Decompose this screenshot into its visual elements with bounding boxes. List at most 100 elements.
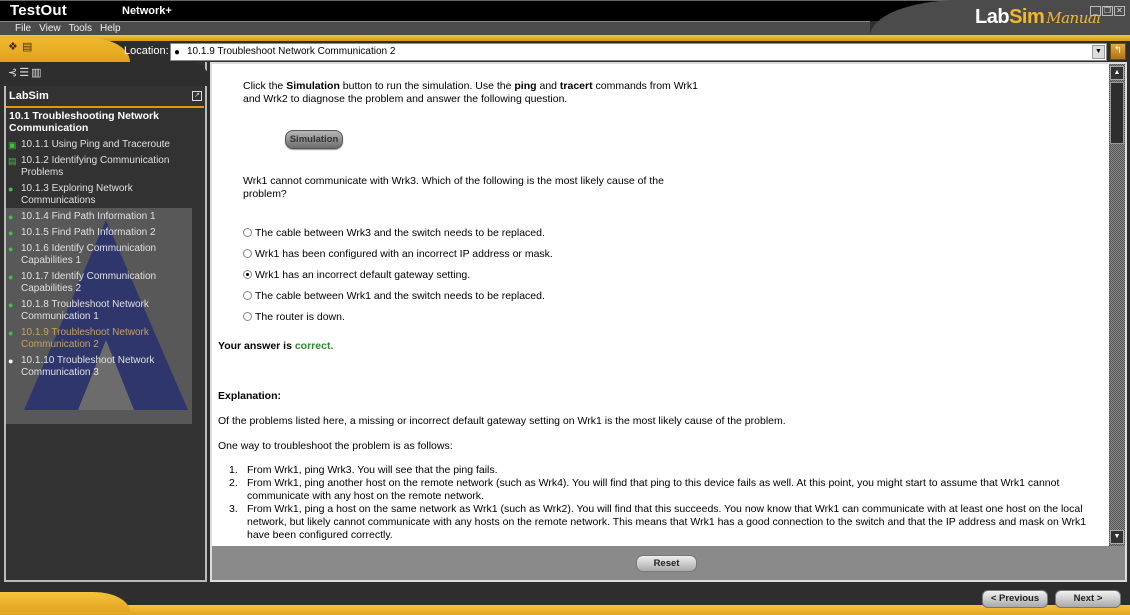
window-controls: _ ❐ ✕ bbox=[1090, 6, 1125, 16]
answer-option[interactable]: The cable between Wrk3 and the switch ne… bbox=[243, 222, 553, 243]
location-label: Location: bbox=[124, 45, 169, 57]
step-text: From Wrk1, ping Wrk3. You will see that … bbox=[247, 464, 498, 476]
scroll-down-icon[interactable]: ▼ bbox=[1110, 530, 1124, 544]
menu-help[interactable]: Help bbox=[100, 22, 121, 35]
step-number: 1. bbox=[229, 464, 238, 476]
sidebar-item-label: 10.1.8 Troubleshoot Network Communicatio… bbox=[21, 299, 149, 322]
sidebar-item[interactable]: ● 10.1.5 Find Path Information 2 bbox=[8, 227, 198, 239]
lab-icon: ● bbox=[8, 244, 14, 254]
lab-icon: ● bbox=[8, 228, 14, 238]
menu-bar: File View Tools Help bbox=[0, 21, 870, 35]
lab-icon: ● bbox=[8, 356, 14, 366]
labsim-logo: LabSim Manual bbox=[975, 6, 1101, 29]
intro-text: Click the Simulation button to run the s… bbox=[243, 80, 699, 105]
step-number: 2. bbox=[229, 477, 238, 489]
print-icon[interactable]: ▤ bbox=[22, 40, 32, 53]
lab-icon: ● bbox=[8, 300, 14, 310]
explanation-steps: 1. From Wrk1, ping Wrk3. You will see tha… bbox=[229, 464, 1104, 542]
sidebar-item[interactable]: ● 10.1.7 Identify Communication Capabilit… bbox=[8, 271, 198, 295]
list-view-icon[interactable]: ☰ bbox=[19, 67, 31, 79]
sidebar-item[interactable]: ● 10.1.4 Find Path Information 1 bbox=[8, 211, 198, 223]
chevron-down-icon[interactable]: ▼ bbox=[1092, 45, 1105, 59]
bottom-gold-strip bbox=[0, 605, 1130, 615]
scroll-thumb[interactable] bbox=[1110, 82, 1124, 144]
explanation-paragraph: One way to troubleshoot the problem is a… bbox=[218, 440, 453, 452]
explanation-step: 3. From Wrk1, ping a host on the same net… bbox=[229, 503, 1104, 542]
restore-icon[interactable]: ❐ bbox=[1102, 6, 1113, 16]
lab-icon: ● bbox=[174, 47, 181, 58]
answer-options: The cable between Wrk3 and the switch ne… bbox=[243, 222, 553, 327]
scroll-up-icon[interactable]: ▲ bbox=[1110, 66, 1124, 80]
sidebar-item[interactable]: ▤ 10.1.2 Identifying Communication Proble… bbox=[8, 155, 198, 179]
radio-unselected[interactable] bbox=[243, 228, 252, 237]
sidebar-item-label: 10.1.2 Identifying Communication Problem… bbox=[21, 155, 170, 178]
sidebar-item-label: 10.1.1 Using Ping and Traceroute bbox=[21, 139, 170, 150]
lab-icon: ● bbox=[8, 328, 14, 338]
result-value: correct. bbox=[294, 340, 334, 352]
document-icon: ▤ bbox=[8, 156, 17, 166]
explanation-paragraph: Of the problems listed here, a missing o… bbox=[218, 415, 786, 427]
location-dropdown[interactable]: ● 10.1.9 Troubleshoot Network Communicat… bbox=[170, 43, 1107, 61]
question-text: Wrk1 cannot communicate with Wrk3. Which… bbox=[243, 175, 664, 200]
bottom-gold-corner bbox=[0, 592, 130, 612]
sidebar-item[interactable]: ● 10.1.10 Troubleshoot Network Communicat… bbox=[8, 355, 198, 379]
close-icon[interactable]: ✕ bbox=[1114, 6, 1125, 16]
book-icon[interactable]: ▥ bbox=[31, 67, 43, 79]
content-scrollbar[interactable]: ▲ ▼ bbox=[1109, 64, 1125, 546]
sidebar-list: ▣ 10.1.1 Using Ping and Traceroute ▤ 10.1.2… bbox=[8, 139, 198, 383]
sidebar-item-label: 10.1.10 Troubleshoot Network Communicati… bbox=[21, 355, 155, 378]
sidebar-item-label: 10.1.5 Find Path Information 2 bbox=[21, 227, 156, 238]
bookmarks-icon[interactable]: ❖ bbox=[8, 40, 18, 53]
logo-lab: Lab bbox=[975, 6, 1010, 28]
step-text: From Wrk1, ping another host on the remo… bbox=[247, 477, 1060, 502]
radio-unselected[interactable] bbox=[243, 249, 252, 258]
sidebar-item-label: 10.1.3 Exploring Network Communications bbox=[21, 183, 133, 206]
answer-option-label: The cable between Wrk1 and the switch ne… bbox=[255, 289, 545, 302]
explanation-heading: Explanation: bbox=[218, 390, 282, 402]
course-name: Network+ bbox=[122, 5, 172, 17]
answer-option-label: The cable between Wrk3 and the switch ne… bbox=[255, 226, 545, 239]
sidebar-view-icons: ⊰☰▥ bbox=[8, 66, 44, 79]
sidebar-item[interactable]: ● 10.1.9 Troubleshoot Network Communicati… bbox=[8, 327, 198, 351]
location-value: 10.1.9 Troubleshoot Network Communicatio… bbox=[187, 46, 396, 57]
go-up-icon[interactable]: ↰ bbox=[1110, 43, 1126, 60]
sidebar-item-label: 10.1.4 Find Path Information 1 bbox=[21, 211, 156, 222]
explanation-step: 2. From Wrk1, ping another host on the re… bbox=[229, 477, 1104, 503]
simulation-button[interactable]: Simulation bbox=[285, 130, 343, 149]
menu-file[interactable]: File bbox=[15, 22, 31, 35]
reset-button[interactable]: Reset bbox=[636, 555, 697, 572]
toolbar-left bbox=[0, 38, 130, 62]
answer-option-label: Wrk1 has been configured with an incorre… bbox=[255, 247, 553, 260]
step-text: From Wrk1, ping a host on the same netwo… bbox=[247, 503, 1087, 541]
explanation-step: 1. From Wrk1, ping Wrk3. You will see tha… bbox=[229, 464, 1104, 477]
answer-option[interactable]: The router is down. bbox=[243, 306, 553, 327]
sidebar-divider bbox=[6, 106, 204, 108]
sidebar-section-title: 10.1 Troubleshooting Network Communicati… bbox=[9, 110, 159, 134]
answer-option[interactable]: Wrk1 has an incorrect default gateway se… bbox=[243, 264, 553, 285]
sidebar-item-label: 10.1.7 Identify Communication Capabiliti… bbox=[21, 271, 157, 294]
radio-selected[interactable] bbox=[243, 270, 252, 279]
export-icon[interactable]: ↗ bbox=[192, 91, 202, 101]
answer-option[interactable]: The cable between Wrk1 and the switch ne… bbox=[243, 285, 553, 306]
next-button[interactable]: Next > bbox=[1055, 590, 1121, 608]
lab-icon: ● bbox=[8, 272, 14, 282]
menu-tools[interactable]: Tools bbox=[69, 22, 92, 35]
minimize-icon[interactable]: _ bbox=[1090, 6, 1101, 16]
answer-option-label: The router is down. bbox=[255, 310, 345, 323]
content-pane: Click the Simulation button to run the s… bbox=[212, 64, 1109, 546]
tree-view-icon[interactable]: ⊰ bbox=[8, 67, 19, 79]
menu-view[interactable]: View bbox=[39, 22, 61, 35]
brand-name: TestOut bbox=[10, 2, 67, 19]
sidebar-item[interactable]: ● 10.1.6 Identify Communication Capabilit… bbox=[8, 243, 198, 267]
sidebar-item[interactable]: ● 10.1.8 Troubleshoot Network Communicati… bbox=[8, 299, 198, 323]
sidebar-item[interactable]: ▣ 10.1.1 Using Ping and Traceroute bbox=[8, 139, 198, 151]
labsim-window: TestOut Network+ LabSim Manual _ ❐ ✕ File… bbox=[0, 0, 1130, 615]
radio-unselected[interactable] bbox=[243, 312, 252, 321]
sidebar-item[interactable]: ● 10.1.3 Exploring Network Communications bbox=[8, 183, 198, 207]
previous-button[interactable]: < Previous bbox=[982, 590, 1048, 608]
answer-option[interactable]: Wrk1 has been configured with an incorre… bbox=[243, 243, 553, 264]
lab-icon: ● bbox=[8, 184, 14, 194]
sidebar-item-label: 10.1.6 Identify Communication Capabiliti… bbox=[21, 243, 157, 266]
logo-sim: Sim bbox=[1009, 6, 1045, 28]
radio-unselected[interactable] bbox=[243, 291, 252, 300]
